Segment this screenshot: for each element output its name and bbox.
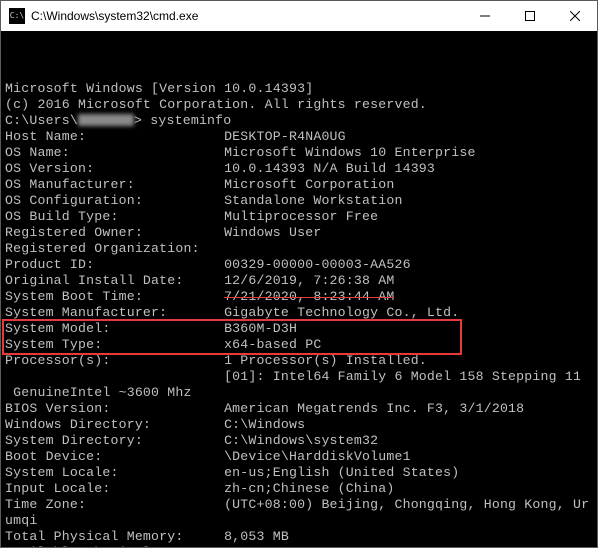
cmd-icon: C:\ bbox=[9, 8, 25, 24]
output-line: Microsoft Windows [Version 10.0.14393] bbox=[5, 81, 593, 97]
output-line: umqi bbox=[5, 513, 593, 529]
output-line: Windows Directory: C:\Windows bbox=[5, 417, 593, 433]
output-line: BIOS Version: American Megatrends Inc. F… bbox=[5, 401, 593, 417]
output-line: Registered Organization: bbox=[5, 241, 593, 257]
output-line: OS Build Type: Multiprocessor Free bbox=[5, 209, 593, 225]
output-line: System Locale: en-us;English (United Sta… bbox=[5, 465, 593, 481]
output-line: GenuineIntel ~3600 Mhz bbox=[5, 385, 593, 401]
output-line: Available Physical Memory: 4,656 MB bbox=[5, 545, 593, 547]
minimize-button[interactable] bbox=[462, 1, 507, 31]
output-line: System Model: B360M-D3H bbox=[5, 321, 593, 337]
output-line: Boot Device: \Device\HarddiskVolume1 bbox=[5, 449, 593, 465]
output-line: System Directory: C:\Windows\system32 bbox=[5, 433, 593, 449]
output-line: OS Configuration: Standalone Workstation bbox=[5, 193, 593, 209]
output-line: [01]: Intel64 Family 6 Model 158 Steppin… bbox=[5, 369, 593, 385]
output-line: Product ID: 00329-00000-00003-AA526 bbox=[5, 257, 593, 273]
output-line: Original Install Date: 12/6/2019, 7:26:3… bbox=[5, 273, 593, 289]
close-button[interactable] bbox=[552, 1, 597, 31]
terminal-output[interactable]: Microsoft Windows [Version 10.0.14393](c… bbox=[1, 31, 597, 547]
output-line: (c) 2016 Microsoft Corporation. All righ… bbox=[5, 97, 593, 113]
redacted-username bbox=[78, 114, 134, 126]
output-line: System Type: x64-based PC bbox=[5, 337, 593, 353]
window-title: C:\Windows\system32\cmd.exe bbox=[31, 9, 462, 23]
output-line: OS Name: Microsoft Windows 10 Enterprise bbox=[5, 145, 593, 161]
output-line: Registered Owner: Windows User bbox=[5, 225, 593, 241]
cmd-window: C:\ C:\Windows\system32\cmd.exe Microsof… bbox=[0, 0, 598, 548]
prompt-line: C:\Users\> systeminfo bbox=[5, 113, 593, 129]
output-line: Input Locale: zh-cn;Chinese (China) bbox=[5, 481, 593, 497]
titlebar[interactable]: C:\ C:\Windows\system32\cmd.exe bbox=[1, 1, 597, 31]
output-line: OS Version: 10.0.14393 N/A Build 14393 bbox=[5, 161, 593, 177]
output-line: OS Manufacturer: Microsoft Corporation bbox=[5, 177, 593, 193]
output-line: System Boot Time: 7/21/2020, 8:23:44 AM bbox=[5, 289, 593, 305]
maximize-button[interactable] bbox=[507, 1, 552, 31]
output-line: Processor(s): 1 Processor(s) Installed. bbox=[5, 353, 593, 369]
output-line: Host Name: DESKTOP-R4NA0UG bbox=[5, 129, 593, 145]
output-line: Time Zone: (UTC+08:00) Beijing, Chongqin… bbox=[5, 497, 593, 513]
output-line: Total Physical Memory: 8,053 MB bbox=[5, 529, 593, 545]
output-line: System Manufacturer: Gigabyte Technology… bbox=[5, 305, 593, 321]
